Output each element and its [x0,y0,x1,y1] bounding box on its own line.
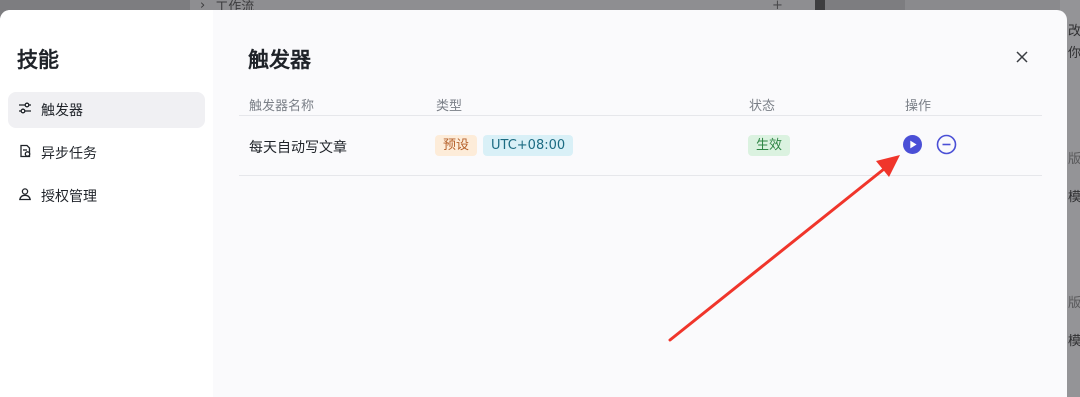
preset-tag: 预设 [435,135,478,156]
page-title: 触发器 [248,48,311,72]
skills-modal: 技能 触发器 异步任务 授权管理 触发器 触发器名称 类型 状态 操作 每天自动… [0,10,1067,397]
background-text: 改 [1068,24,1080,39]
sliders-icon [18,101,32,119]
column-header-name: 触发器名称 [249,99,315,114]
close-icon [1016,51,1028,63]
column-header-type: 类型 [436,99,463,114]
column-header-actions: 操作 [905,99,932,114]
sidebar-item-label: 授权管理 [41,189,97,205]
trigger-name: 每天自动写文章 [249,140,347,156]
sidebar-item-async-tasks[interactable]: 异步任务 [8,135,205,171]
timezone-tag: UTC+08:00 [483,135,574,156]
table-header: 触发器名称 类型 状态 操作 [239,90,1042,116]
background-text: 版 [1068,296,1080,311]
column-header-status: 状态 [749,99,776,114]
status-badge: 生效 [748,135,791,156]
skills-sidebar: 技能 触发器 异步任务 授权管理 [0,10,213,397]
background-text: 你 [1068,46,1080,61]
trigger-type-tags: 预设 UTC+08:00 [435,135,574,156]
run-play-icon[interactable] [902,134,923,155]
disable-minus-circle-icon[interactable] [936,134,957,155]
sidebar-item-label: 触发器 [41,103,83,119]
close-button[interactable] [1013,48,1031,66]
sidebar-item-label: 异步任务 [41,146,97,162]
user-auth-icon [18,187,32,205]
background-text: 版 [1068,152,1080,167]
triggers-panel: 触发器 触发器名称 类型 状态 操作 每天自动写文章 预设 UTC+08:00 [213,10,1067,397]
trigger-actions [902,134,957,155]
triggers-table: 触发器名称 类型 状态 操作 每天自动写文章 预设 UTC+08:00 生效 [239,90,1042,176]
background-text: 模 [1068,190,1080,205]
sidebar-item-auth[interactable]: 授权管理 [8,178,205,214]
trigger-status: 生效 [748,135,791,156]
background-text: 模 [1068,334,1080,349]
sidebar-item-triggers[interactable]: 触发器 [8,92,205,128]
table-row: 每天自动写文章 预设 UTC+08:00 生效 [239,116,1042,176]
sidebar-title: 技能 [17,48,59,72]
task-file-icon [18,144,32,162]
